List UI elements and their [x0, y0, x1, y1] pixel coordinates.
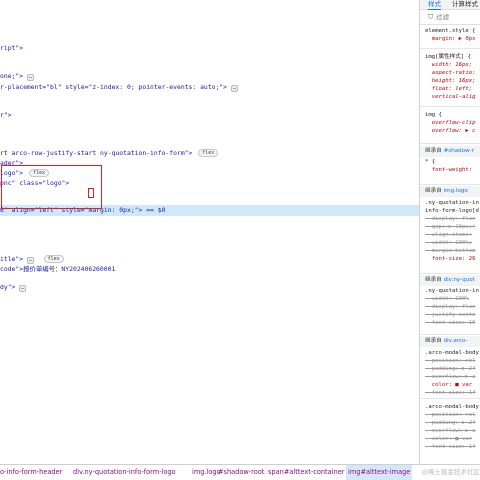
- elements-panel: ript"> one;"> … r-placement="bl" style="z…: [0, 0, 419, 464]
- style-rule-line[interactable]: margin-bottom: [425, 247, 476, 255]
- style-rule-line[interactable]: img {: [425, 111, 442, 119]
- breadcrumb-item[interactable]: img#alttext-image: [346, 465, 413, 480]
- dom-node[interactable]: code">报价单编号：NY202406260001: [0, 264, 115, 275]
- breadcrumb-item[interactable]: div.ny-quotation-info-form-logo: [73, 465, 176, 480]
- style-rule-line[interactable]: display: flex: [425, 303, 476, 311]
- dom-node[interactable]: rt arco-row-justify-start ny-quotation-i…: [0, 148, 219, 159]
- inherited-header: 继承自 #shadow-r: [420, 146, 480, 157]
- dom-node[interactable]: dy"> …: [0, 282, 30, 293]
- style-rule-line[interactable]: font-size: 16: [425, 319, 476, 327]
- style-rule-line[interactable]: font-size: 14: [425, 389, 476, 397]
- dom-node[interactable]: ript">: [0, 43, 23, 54]
- styles-tabs: 样式 计算样式: [420, 0, 480, 10]
- style-rule-line[interactable]: .arco-modal-body: [425, 403, 479, 411]
- style-rule-line[interactable]: overflow: ▶ a: [425, 373, 476, 381]
- style-rule-line[interactable]: * {: [425, 158, 435, 166]
- annotation-highlight-box: [1, 165, 102, 209]
- style-rule-line[interactable]: overflow-clip: [425, 119, 476, 127]
- inherited-header: 继承自 img.logo: [420, 186, 480, 197]
- style-rule-line[interactable]: float: left;: [425, 85, 472, 93]
- style-rule-line[interactable]: gap: ▶ 10px;(: [425, 223, 476, 231]
- style-rule-line[interactable]: justify-conte: [425, 311, 476, 319]
- style-rule-line[interactable]: margin: ▶ 0px: [425, 35, 476, 43]
- style-rule-line[interactable]: display: flex: [425, 215, 476, 223]
- breadcrumb-item[interactable]: span#alttext-container: [268, 465, 344, 480]
- tab-computed[interactable]: 计算样式: [452, 0, 478, 9]
- dom-node[interactable]: r">: [0, 110, 12, 121]
- style-rule-line[interactable]: font-size: 26: [425, 255, 476, 263]
- watermark: @稀土掘金技术社区: [421, 468, 480, 476]
- style-rule-line[interactable]: aspect-ratio:: [425, 69, 476, 77]
- annotation-highlight-small: [88, 188, 94, 198]
- style-divider: [420, 184, 480, 185]
- filter-input[interactable]: 过滤: [436, 12, 449, 22]
- style-rule-line[interactable]: color: ■ var: [425, 435, 472, 443]
- style-rule-line[interactable]: width: 100%;: [425, 239, 472, 247]
- styles-panel: 样式 计算样式 ⛉ 过滤 element.style { margin: ▶ 0…: [420, 0, 480, 464]
- inherited-link[interactable]: #shadow-r: [444, 148, 474, 154]
- style-rule-line[interactable]: color: ■ var: [425, 381, 472, 389]
- tab-styles[interactable]: 样式: [428, 0, 441, 10]
- style-divider: [420, 48, 480, 49]
- style-rule-line[interactable]: font-size: 14: [425, 443, 476, 451]
- style-rule-line[interactable]: img[属性样式] {: [425, 53, 471, 61]
- style-rule-line[interactable]: font-weight:: [425, 166, 472, 174]
- style-divider: [420, 334, 480, 335]
- style-rule-line[interactable]: align-items:: [425, 231, 472, 239]
- inherited-header: 继承自 div.ny-quot: [420, 275, 480, 286]
- styles-filter[interactable]: ⛉ 过滤: [420, 10, 480, 25]
- breadcrumb-item[interactable]: o-info-form-header: [0, 465, 62, 480]
- style-rule-line[interactable]: overflow: ▶ c: [425, 127, 476, 135]
- breadcrumb-item[interactable]: #shadow-root: [218, 465, 264, 480]
- style-divider: [420, 398, 480, 399]
- style-rule-line[interactable]: .ny-quotation-in: [425, 287, 479, 295]
- breadcrumb: o-info-form-header div.ny-quotation-info-…: [0, 464, 480, 480]
- style-rule-line[interactable]: height: 16px;: [425, 77, 476, 85]
- dom-node[interactable]: r-placement="bl" style="z-index: 0; poin…: [0, 82, 242, 93]
- style-divider: [420, 106, 480, 107]
- style-rule-line[interactable]: position: rel: [425, 357, 476, 365]
- style-rule-line[interactable]: width: 100%: [425, 295, 469, 303]
- style-rule-line[interactable]: vertical-alig: [425, 93, 476, 101]
- style-divider: [420, 143, 480, 144]
- style-rule-line[interactable]: position: rel: [425, 411, 476, 419]
- style-rule-line[interactable]: .ny-quotation-in: [425, 199, 479, 207]
- style-rule-line[interactable]: element.style {: [425, 27, 476, 35]
- style-divider: [420, 273, 480, 274]
- style-rule-line[interactable]: overflow: ▶ a: [425, 427, 476, 435]
- dom-node[interactable]: one;"> …: [0, 71, 38, 82]
- style-rule-line[interactable]: width: 16px;: [425, 61, 472, 69]
- inherited-header: 继承自 div.arco-: [420, 336, 480, 347]
- style-rule-line[interactable]: .arco-modal-body: [425, 349, 479, 357]
- inherited-link[interactable]: div.ny-quot: [444, 277, 475, 283]
- style-rule-line[interactable]: info-form-logo[d: [425, 207, 479, 215]
- breadcrumb-item[interactable]: img.logo: [192, 465, 221, 480]
- filter-icon: ⛉: [428, 13, 434, 21]
- style-rule-line[interactable]: padding: ▶ 24: [425, 365, 476, 373]
- style-rule-line[interactable]: padding: ▶ 24: [425, 419, 476, 427]
- inherited-link[interactable]: img.logo: [444, 188, 468, 194]
- inherited-link[interactable]: div.arco-: [444, 338, 468, 344]
